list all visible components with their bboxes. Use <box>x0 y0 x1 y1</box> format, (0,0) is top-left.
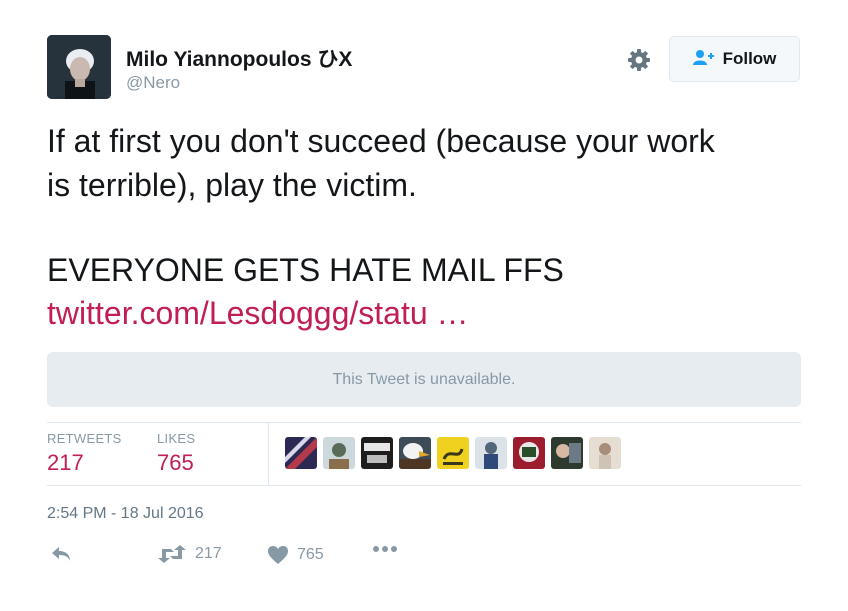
liker-avatar[interactable] <box>323 437 355 469</box>
tweet-link[interactable]: twitter.com/Lesdoggg/statu … <box>47 293 469 333</box>
retweets-stat[interactable]: RETWEETS 217 <box>47 431 122 476</box>
gear-icon[interactable] <box>626 47 652 73</box>
liker-avatars <box>285 437 621 469</box>
reply-button[interactable] <box>50 545 72 563</box>
more-icon <box>372 545 398 553</box>
divider <box>47 485 801 486</box>
liker-avatar[interactable] <box>551 437 583 469</box>
retweets-count: 217 <box>47 450 84 475</box>
retweets-label: RETWEETS <box>47 431 122 446</box>
retweet-button[interactable]: 217 <box>157 545 222 563</box>
follow-label: Follow <box>722 49 777 68</box>
likes-label: LIKES <box>157 431 196 446</box>
tweet-text-line-3: EVERYONE GETS HATE MAIL FFS <box>47 252 564 288</box>
like-button[interactable]: 765 <box>267 545 324 565</box>
liker-avatar[interactable] <box>475 437 507 469</box>
liker-avatar[interactable] <box>285 437 317 469</box>
tweet-text-line-1: If at first you don't succeed (because y… <box>47 123 715 159</box>
follow-person-icon <box>692 49 715 70</box>
avatar[interactable] <box>47 35 111 99</box>
likes-count: 765 <box>157 450 194 475</box>
quoted-tweet-unavailable: This Tweet is unavailable. <box>47 352 801 407</box>
likes-stat[interactable]: LIKES 765 <box>157 431 195 476</box>
retweet-count: 217 <box>195 545 222 562</box>
reply-icon <box>50 545 72 563</box>
liker-avatar[interactable] <box>437 437 469 469</box>
follow-button[interactable]: Follow <box>669 36 800 82</box>
liker-avatar[interactable] <box>399 437 431 469</box>
user-handle[interactable]: @Nero <box>126 73 180 93</box>
liker-avatar[interactable] <box>589 437 621 469</box>
unavailable-message: This Tweet is unavailable. <box>332 370 516 388</box>
heart-icon <box>267 545 289 565</box>
divider <box>268 422 269 485</box>
display-name[interactable]: Milo Yiannopoulos ひX <box>126 43 352 73</box>
divider <box>47 422 801 423</box>
avatar-image <box>47 35 111 99</box>
liker-avatar[interactable] <box>513 437 545 469</box>
liker-avatar[interactable] <box>361 437 393 469</box>
like-count: 765 <box>297 546 324 563</box>
tweet-text-line-2: is terrible), play the victim. <box>47 167 417 203</box>
tweet-timestamp[interactable]: 2:54 PM - 18 Jul 2016 <box>47 505 204 523</box>
retweet-icon <box>157 545 187 563</box>
more-button[interactable] <box>372 545 398 553</box>
